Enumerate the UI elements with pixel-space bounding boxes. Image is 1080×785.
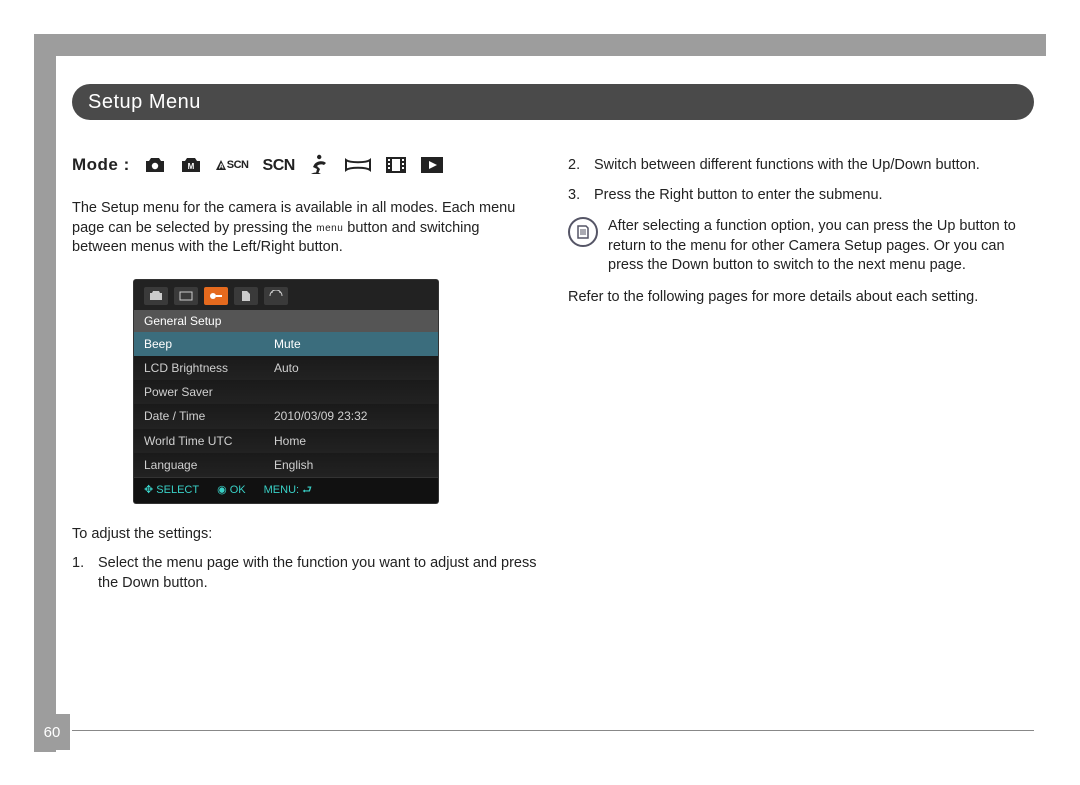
refer-text: Refer to the following pages for more de… bbox=[568, 288, 1034, 308]
lcd-row-value: Home bbox=[274, 433, 306, 449]
left-column: Mode : M ASCN SCN bbox=[72, 140, 538, 603]
lcd-row-label: Language bbox=[144, 457, 274, 473]
content: Mode : M ASCN SCN bbox=[72, 140, 1034, 603]
section-title: Setup Menu bbox=[72, 84, 1034, 120]
lcd-row-brightness: LCD BrightnessAuto bbox=[134, 356, 438, 380]
menu-word: menu bbox=[316, 223, 343, 234]
lcd-tabs bbox=[134, 280, 438, 310]
lcd-row-language: LanguageEnglish bbox=[134, 453, 438, 477]
lcd-row-world-time: World Time UTCHome bbox=[134, 429, 438, 453]
lcd-row-value: Auto bbox=[274, 360, 299, 376]
lcd-footer-menu: MENU: ⮐ bbox=[264, 483, 312, 498]
mode-row: Mode : M ASCN SCN bbox=[72, 154, 538, 177]
lcd-tab-camera-icon bbox=[144, 287, 168, 305]
lcd-tab-connect-icon bbox=[264, 287, 288, 305]
lcd-footer-select: ✥ SELECT bbox=[144, 483, 199, 498]
step-text: Select the menu page with the function y… bbox=[98, 554, 538, 593]
to-adjust-label: To adjust the settings: bbox=[72, 525, 538, 545]
right-column: 2. Switch between different functions wi… bbox=[568, 140, 1034, 603]
lcd-row-beep: BeepMute bbox=[134, 332, 438, 356]
lcd-footer: ✥ SELECT ◉ OK MENU: ⮐ bbox=[134, 477, 438, 503]
step-text: Switch between different functions with … bbox=[594, 156, 980, 176]
footer-rule bbox=[72, 730, 1034, 731]
lcd-screenshot: General Setup BeepMute LCD BrightnessAut… bbox=[134, 280, 438, 503]
page-number: 60 bbox=[34, 714, 70, 750]
side-bar bbox=[34, 34, 56, 752]
lcd-tab-setup-icon bbox=[204, 287, 228, 305]
step-2: 2. Switch between different functions wi… bbox=[568, 156, 1034, 176]
step-number: 1. bbox=[72, 554, 90, 593]
step-number: 3. bbox=[568, 186, 586, 206]
lcd-row-value: English bbox=[274, 457, 313, 473]
camera-manual-icon: M bbox=[180, 156, 202, 174]
lcd-row-label: World Time UTC bbox=[144, 433, 274, 449]
lcd-row-label: Beep bbox=[144, 336, 274, 352]
lcd-row-label: Power Saver bbox=[144, 384, 274, 400]
playback-icon bbox=[421, 157, 443, 173]
note-icon bbox=[568, 217, 598, 247]
lcd-footer-ok: ◉ OK bbox=[217, 483, 246, 498]
step-1: 1. Select the menu page with the functio… bbox=[72, 554, 538, 593]
step-3: 3. Press the Right button to enter the s… bbox=[568, 186, 1034, 206]
step-number: 2. bbox=[568, 156, 586, 176]
lcd-tab-file-icon bbox=[234, 287, 258, 305]
movie-icon bbox=[385, 155, 407, 175]
person-scene-icon bbox=[309, 154, 331, 176]
note-text: After selecting a function option, you c… bbox=[608, 217, 1034, 276]
mode-label: Mode : bbox=[72, 154, 130, 177]
camera-auto-icon bbox=[144, 156, 166, 174]
lcd-row-label: Date / Time bbox=[144, 408, 274, 424]
panorama-icon bbox=[345, 157, 371, 173]
step-text: Press the Right button to enter the subm… bbox=[594, 186, 883, 206]
lcd-row-value: 2010/03/09 23:32 bbox=[274, 408, 367, 424]
lcd-row-power-saver: Power Saver bbox=[134, 380, 438, 404]
lcd-section-label: General Setup bbox=[134, 310, 438, 332]
top-bar bbox=[34, 34, 1046, 56]
svg-text:A: A bbox=[219, 164, 224, 171]
ascn-icon: ASCN bbox=[216, 158, 249, 173]
lcd-row-date-time: Date / Time2010/03/09 23:32 bbox=[134, 404, 438, 428]
intro-paragraph: The Setup menu for the camera is availab… bbox=[72, 199, 538, 258]
lcd-row-value: Mute bbox=[274, 336, 301, 352]
scn-icon: SCN bbox=[263, 155, 295, 177]
lcd-row-label: LCD Brightness bbox=[144, 360, 274, 376]
svg-text:M: M bbox=[187, 162, 194, 171]
lcd-tab-display-icon bbox=[174, 287, 198, 305]
note-box: After selecting a function option, you c… bbox=[568, 217, 1034, 276]
